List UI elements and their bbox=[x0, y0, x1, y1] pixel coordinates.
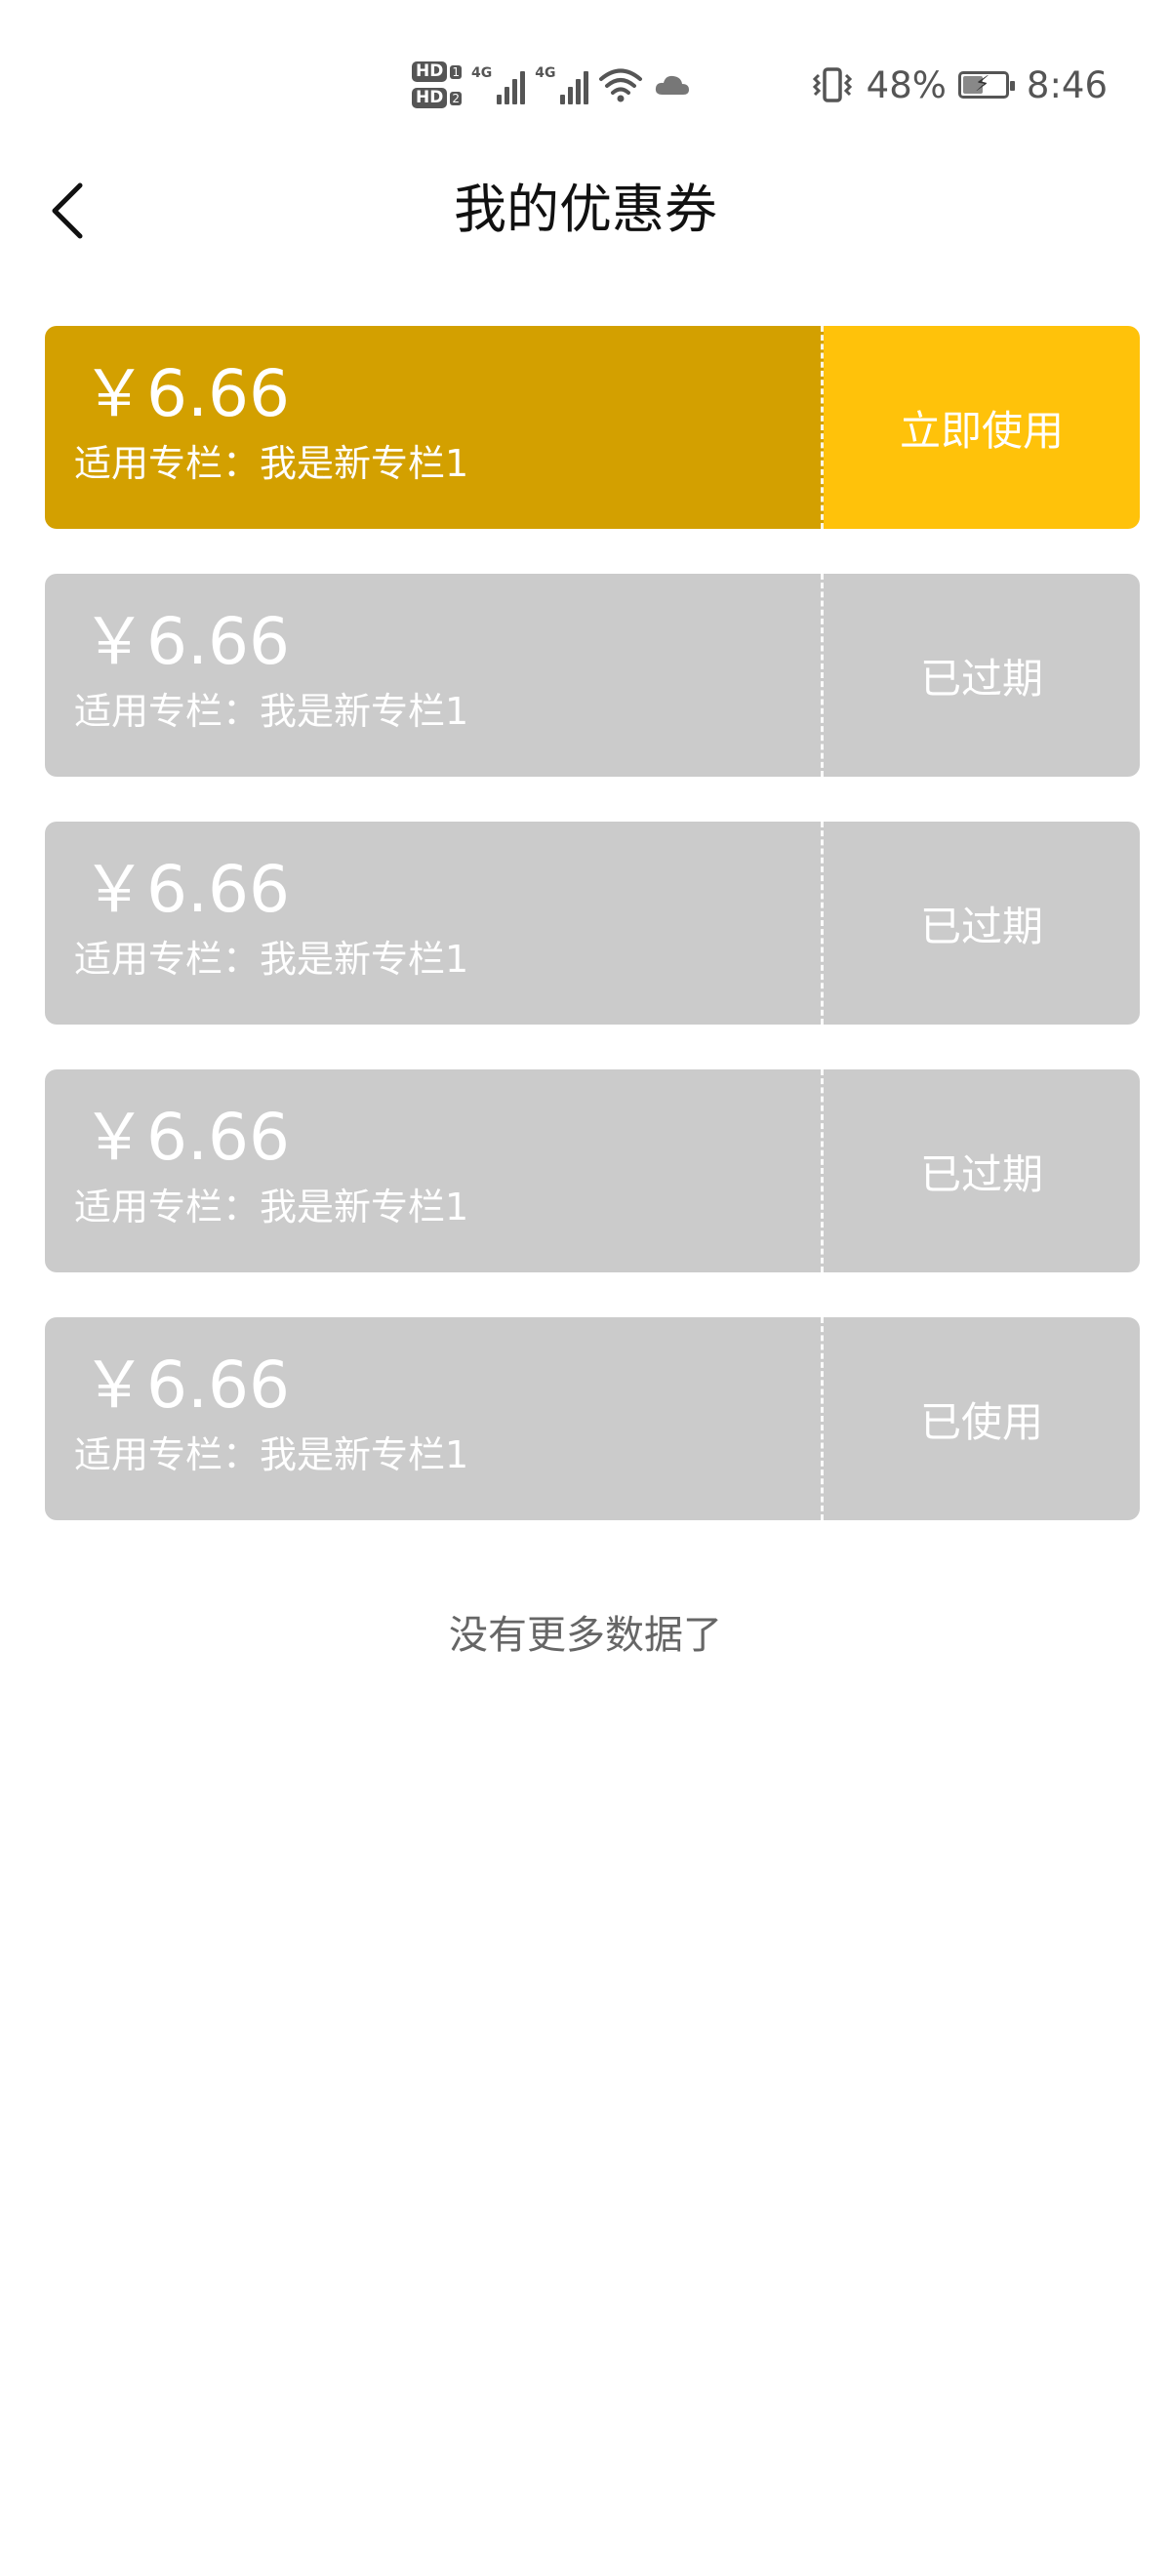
hd-label: HD bbox=[412, 61, 448, 82]
vibrate-icon bbox=[812, 67, 852, 102]
battery-icon: ⚡ bbox=[957, 71, 1015, 99]
hd-label: HD bbox=[412, 88, 448, 108]
no-more-data-text: 没有更多数据了 bbox=[449, 1613, 722, 1658]
network-type: 4G bbox=[470, 65, 493, 81]
sim-number: 2 bbox=[450, 91, 462, 105]
coupon-info: ￥6.66 适用专栏：我是新专栏1 bbox=[45, 1069, 824, 1272]
coupon-card: ￥6.66 适用专栏：我是新专栏1 已过期 bbox=[45, 574, 1140, 777]
page-title: 我的优惠券 bbox=[454, 179, 717, 240]
coupon-card: ￥6.66 适用专栏：我是新专栏1 已过期 bbox=[45, 1069, 1140, 1272]
charging-icon: ⚡ bbox=[974, 72, 990, 97]
coupon-amount: ￥6.66 bbox=[82, 1348, 290, 1423]
clock: 8:46 bbox=[1026, 63, 1108, 106]
hd-indicators: HD 1 HD 2 bbox=[412, 61, 462, 108]
coupon-amount: ￥6.66 bbox=[82, 356, 290, 431]
coupon-status-expired: 已过期 bbox=[824, 574, 1140, 777]
status-bar: HD 1 HD 2 4G 4G 48% ⚡ 8:46 bbox=[0, 0, 1171, 146]
status-icons-left: HD 1 HD 2 4G 4G bbox=[412, 53, 692, 117]
coupon-scope: 适用专栏：我是新专栏1 bbox=[74, 938, 469, 981]
coupon-card: ￥6.66 适用专栏：我是新专栏1 立即使用 bbox=[45, 326, 1140, 529]
signal-icon: 4G bbox=[470, 65, 526, 104]
coupon-scope: 适用专栏：我是新专栏1 bbox=[74, 690, 469, 733]
status-icons-right: 48% ⚡ 8:46 bbox=[810, 60, 1108, 109]
coupon-status-expired: 已过期 bbox=[824, 822, 1140, 1025]
coupon-card: ￥6.66 适用专栏：我是新专栏1 已使用 bbox=[45, 1317, 1140, 1520]
coupon-list: ￥6.66 适用专栏：我是新专栏1 立即使用 ￥6.66 适用专栏：我是新专栏1… bbox=[45, 326, 1140, 1565]
coupon-amount: ￥6.66 bbox=[82, 1100, 290, 1175]
coupon-card: ￥6.66 适用专栏：我是新专栏1 已过期 bbox=[45, 822, 1140, 1025]
sim-number: 1 bbox=[450, 64, 462, 79]
coupon-status-used: 已使用 bbox=[824, 1317, 1140, 1520]
coupon-info: ￥6.66 适用专栏：我是新专栏1 bbox=[45, 326, 824, 529]
battery-percent: 48% bbox=[866, 63, 947, 106]
coupon-scope: 适用专栏：我是新专栏1 bbox=[74, 1433, 469, 1476]
coupon-scope: 适用专栏：我是新专栏1 bbox=[74, 442, 469, 485]
coupon-amount: ￥6.66 bbox=[82, 852, 290, 927]
wifi-icon bbox=[599, 68, 643, 102]
coupon-status-expired: 已过期 bbox=[824, 1069, 1140, 1272]
nav-bar: 我的优惠券 bbox=[0, 156, 1171, 263]
coupon-amount: ￥6.66 bbox=[82, 604, 290, 679]
signal-icon: 4G bbox=[535, 65, 589, 104]
hd-badge-sim1: HD 1 bbox=[412, 61, 462, 82]
coupon-info: ￥6.66 适用专栏：我是新专栏1 bbox=[45, 822, 824, 1025]
cloud-icon bbox=[656, 75, 690, 95]
hd-badge-sim2: HD 2 bbox=[412, 88, 462, 108]
coupon-info: ￥6.66 适用专栏：我是新专栏1 bbox=[45, 1317, 824, 1520]
network-type: 4G bbox=[535, 65, 556, 81]
coupon-scope: 适用专栏：我是新专栏1 bbox=[74, 1186, 469, 1228]
coupon-info: ￥6.66 适用专栏：我是新专栏1 bbox=[45, 574, 824, 777]
use-now-button[interactable]: 立即使用 bbox=[824, 326, 1140, 529]
